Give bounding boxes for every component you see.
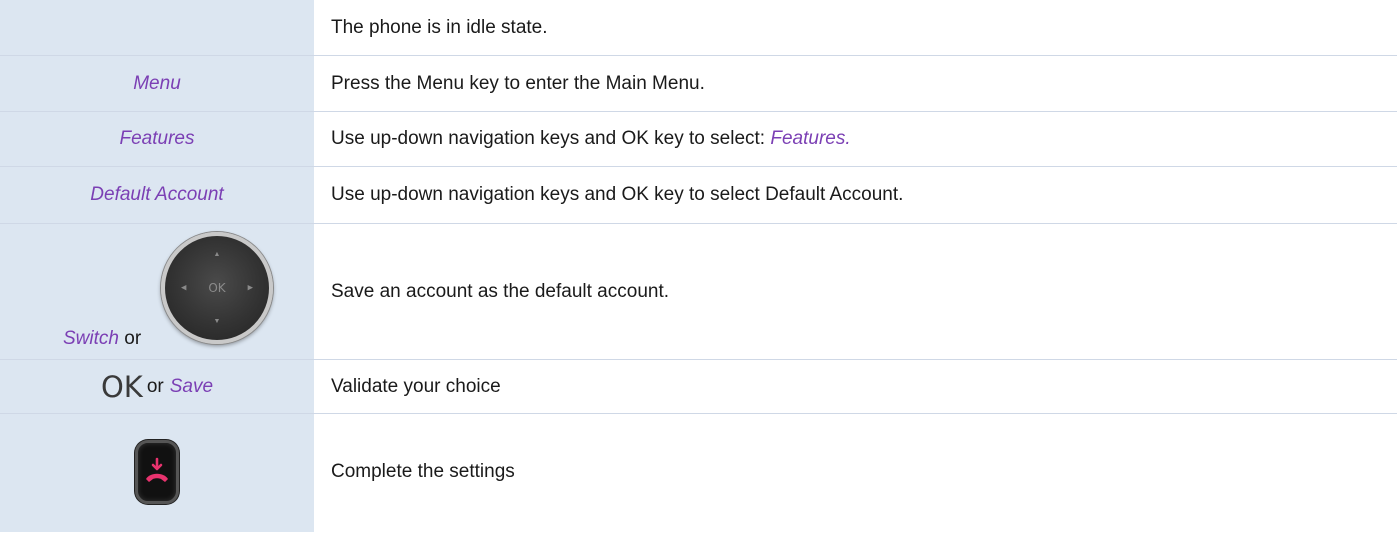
- save-key-label: Save: [169, 375, 214, 397]
- or-label: or: [124, 328, 142, 349]
- nav-wrap: ▲ ▼ ◀ ▶ OK Switch or: [0, 224, 314, 359]
- features-emphasis: Features.: [770, 128, 851, 149]
- row-description-cell: Use up-down navigation keys and OK key t…: [314, 112, 1397, 166]
- arrow-down-icon: ▼: [213, 318, 221, 325]
- row-description: The phone is in idle state.: [331, 16, 548, 38]
- row-action-cell: [0, 0, 314, 55]
- features-label: Features: [119, 128, 195, 149]
- arrow-left-icon: ◀: [181, 284, 187, 292]
- row-description: Save an account as the default account.: [331, 280, 670, 302]
- default-account-label: Default Account: [90, 184, 224, 205]
- row-description-cell: The phone is in idle state.: [314, 0, 1397, 55]
- row-description: Press the Menu key to enter the Main Men…: [331, 72, 705, 94]
- row-description-cell: Use up-down navigation keys and OK key t…: [314, 167, 1397, 223]
- arrow-right-icon: ▶: [247, 284, 253, 292]
- row-description-cell: Validate your choice: [314, 360, 1397, 413]
- row-action-cell: Menu: [0, 56, 314, 111]
- table-row: ▲ ▼ ◀ ▶ OK Switch or Save an account as …: [0, 224, 1397, 360]
- row-action-cell: [0, 414, 314, 532]
- row-action-cell: ▲ ▼ ◀ ▶ OK Switch or: [0, 224, 314, 359]
- hangup-key-icon: [135, 440, 179, 504]
- ok-key-label: OK: [100, 369, 143, 404]
- table-row: Default Account Use up-down navigation k…: [0, 167, 1397, 224]
- switch-key-label: Switch: [63, 328, 119, 349]
- row-action-cell: Features: [0, 112, 314, 166]
- hangup-glyph-icon: [146, 457, 168, 482]
- or-label: or: [146, 375, 164, 397]
- steps-table: The phone is in idle state. Menu Press t…: [0, 0, 1397, 532]
- arrow-up-icon: ▲: [213, 251, 221, 258]
- row-description: Complete the settings: [331, 461, 515, 482]
- row-description-cell: Press the Menu key to enter the Main Men…: [314, 56, 1397, 111]
- table-row: Menu Press the Menu key to enter the Mai…: [0, 56, 1397, 112]
- row-description-cell: Complete the settings: [314, 414, 1397, 532]
- switch-label-group: Switch or: [63, 328, 141, 350]
- menu-key-label: Menu: [133, 72, 181, 94]
- nav-ok-label: OK: [208, 281, 226, 295]
- row-description: Validate your choice: [331, 375, 501, 397]
- row-description: Use up-down navigation keys and OK key t…: [331, 128, 771, 149]
- table-row: The phone is in idle state.: [0, 0, 1397, 56]
- navigation-pad-icon: ▲ ▼ ◀ ▶ OK: [161, 232, 273, 344]
- row-action-cell: Default Account: [0, 167, 314, 223]
- table-row: Features Use up-down navigation keys and…: [0, 112, 1397, 167]
- row-description-cell: Save an account as the default account.: [314, 224, 1397, 359]
- table-row: Complete the settings: [0, 414, 1397, 532]
- row-description: Use up-down navigation keys and OK key t…: [331, 184, 904, 205]
- row-action-cell: OK or Save: [0, 360, 314, 413]
- table-row: OK or Save Validate your choice: [0, 360, 1397, 414]
